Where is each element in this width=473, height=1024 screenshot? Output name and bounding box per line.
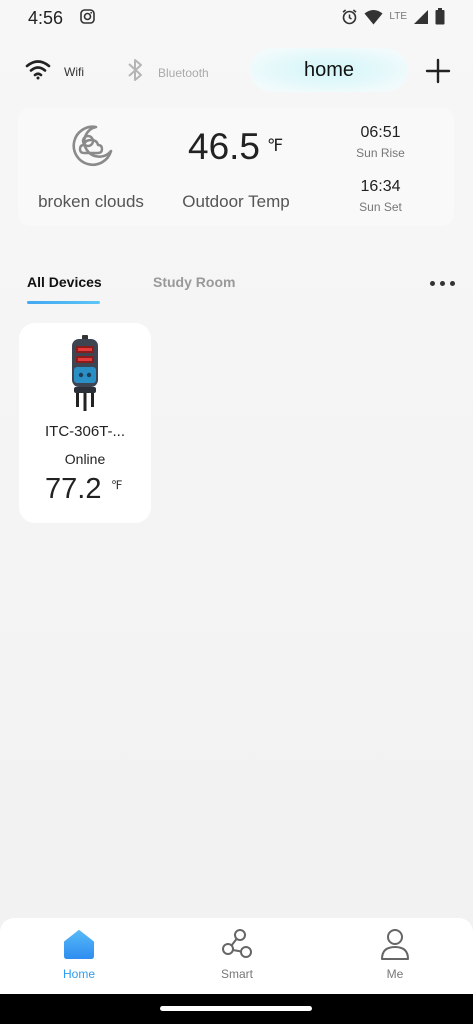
weather-card: broken clouds 46.5 ℉ Outdoor Temp 06:51 … <box>18 108 454 226</box>
home-selector[interactable]: home <box>250 48 408 92</box>
sunset-time: 16:34 <box>360 178 401 195</box>
wifi-label[interactable]: Wifi <box>64 65 84 79</box>
sunset-label: Sun Set <box>359 200 402 214</box>
tab-study-room[interactable]: Study Room <box>153 274 235 290</box>
wifi-icon[interactable] <box>25 58 51 85</box>
person-icon <box>378 929 412 964</box>
nav-home-label: Home <box>62 967 95 981</box>
nav-smart[interactable]: Smart <box>197 928 277 981</box>
status-bar: 4:56 LTE <box>0 0 473 36</box>
status-time: 4:56 <box>28 8 64 28</box>
status-icons: LTE <box>341 8 445 30</box>
nav-me[interactable]: Me <box>355 928 435 981</box>
nav-smart-label: Smart <box>220 967 253 981</box>
sunrise-time: 06:51 <box>360 124 401 141</box>
outdoor-temperature: 46.5 <box>188 126 261 167</box>
battery-icon <box>435 8 445 30</box>
nav-me-label: Me <box>386 967 404 981</box>
add-icon[interactable] <box>425 58 451 84</box>
device-name: ITC-306T-... <box>44 423 126 440</box>
home-icon <box>62 930 96 964</box>
cell-signal-icon <box>413 9 429 30</box>
home-gesture-handle[interactable] <box>160 1006 312 1011</box>
bluetooth-icon[interactable] <box>123 57 147 88</box>
bluetooth-label[interactable]: Bluetooth <box>158 66 209 80</box>
broken-clouds-icon <box>68 123 114 174</box>
device-card[interactable]: ITC-306T-... Online 77.2 ℉ <box>19 323 151 523</box>
device-temperature: 77.2 <box>45 473 102 505</box>
nav-home[interactable]: Home <box>39 928 119 981</box>
temperature-unit: ℉ <box>267 136 284 155</box>
alarm-icon <box>341 8 358 30</box>
sunrise-label: Sun Rise <box>356 146 405 160</box>
active-tab-indicator <box>27 301 100 304</box>
weather-description: broken clouds <box>38 192 144 211</box>
thermostat-controller-image <box>69 335 101 416</box>
connection-bar: Wifi Bluetooth home <box>0 48 473 94</box>
device-status: Online <box>64 451 106 467</box>
outdoor-temp-label: Outdoor Temp <box>182 192 290 211</box>
home-name: home <box>303 58 355 81</box>
share-nodes-icon <box>220 929 254 964</box>
device-temperature-unit: ℉ <box>111 478 123 492</box>
system-navigation-bar <box>0 994 473 1024</box>
instagram-icon <box>80 9 95 29</box>
wifi-signal-icon <box>364 9 383 30</box>
more-options-icon[interactable] <box>426 276 458 290</box>
tab-all-devices[interactable]: All Devices <box>27 274 102 290</box>
bottom-navigation: Home Smart Me <box>0 918 473 994</box>
room-tabs: All Devices Study Room <box>0 270 473 310</box>
network-type: LTE <box>389 10 407 22</box>
